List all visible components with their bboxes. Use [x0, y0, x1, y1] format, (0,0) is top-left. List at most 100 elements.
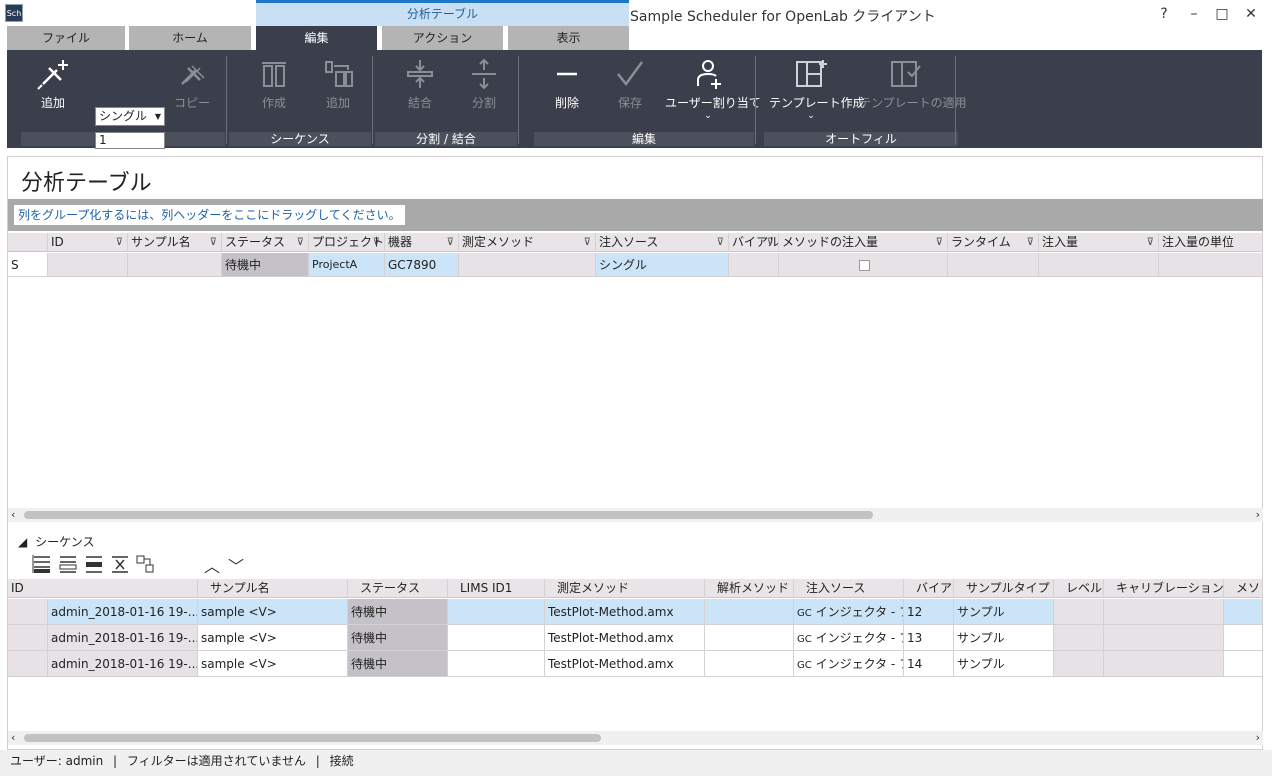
- cell-vial[interactable]: 12: [904, 599, 954, 625]
- minimize-button[interactable]: –: [1180, 4, 1208, 24]
- header-method[interactable]: 測定メソッド: [545, 579, 705, 598]
- cell-runtime[interactable]: [948, 253, 1039, 277]
- cell-id[interactable]: admin_2018-01-16 19-...: [48, 625, 198, 651]
- close-button[interactable]: ✕: [1237, 4, 1265, 24]
- header-injection-source[interactable]: 注入ソース ⊽: [596, 233, 729, 252]
- header-project[interactable]: プロジェクト ⊽: [309, 233, 385, 252]
- help-button[interactable]: ?: [1150, 4, 1178, 24]
- filter-icon[interactable]: ⊽: [1027, 233, 1034, 252]
- cell-method-more[interactable]: [1224, 599, 1263, 625]
- sequence-horizontal-scrollbar[interactable]: ‹ ›: [8, 731, 1263, 745]
- scroll-right-icon[interactable]: ›: [1256, 508, 1260, 522]
- cell-id[interactable]: admin_2018-01-16 19-...: [48, 651, 198, 677]
- header-injection-source[interactable]: 注入ソース: [794, 579, 904, 598]
- copy-button[interactable]: コピー: [167, 58, 217, 111]
- template-apply-button[interactable]: テンプレートの適用: [859, 58, 967, 111]
- filter-icon[interactable]: ⊽: [1147, 233, 1154, 252]
- assign-user-button[interactable]: ユーザー割り当て ⌄: [665, 58, 761, 121]
- create-sequence-button[interactable]: 作成: [249, 58, 299, 111]
- delete-button[interactable]: 削除: [542, 58, 592, 111]
- scroll-left-icon[interactable]: ‹: [11, 508, 15, 522]
- merge-button[interactable]: 結合: [395, 58, 445, 111]
- filter-icon[interactable]: ⊽: [767, 233, 774, 252]
- cell-analysis-method[interactable]: [705, 625, 794, 651]
- cell-method-more[interactable]: [1224, 651, 1263, 677]
- header-vial[interactable]: バイアル: [904, 579, 954, 598]
- cell-method[interactable]: TestPlot-Method.amx: [545, 651, 705, 677]
- scroll-right-icon[interactable]: ›: [1256, 731, 1260, 745]
- cell-method-volume[interactable]: [779, 253, 948, 277]
- context-tab-analysis-table[interactable]: 分析テーブル: [256, 0, 629, 26]
- header-status[interactable]: ステータス ⊽: [222, 233, 309, 252]
- header-vial[interactable]: バイアル ⊽: [729, 233, 779, 252]
- injection-type-select[interactable]: シングル ▼: [95, 107, 165, 126]
- add-analysis-button[interactable]: 追加: [29, 58, 77, 111]
- move-down-icon[interactable]: ﹀: [228, 553, 244, 577]
- header-sample-name[interactable]: サンプル名 ⊽: [128, 233, 222, 252]
- injection-count-input[interactable]: 1: [95, 132, 165, 149]
- filter-icon[interactable]: ⊽: [447, 233, 454, 252]
- cell-sample-name[interactable]: sample <V>: [198, 651, 348, 677]
- cell-id[interactable]: admin_2018-01-16 19-...: [48, 599, 198, 625]
- collapse-triangle-icon[interactable]: ◢: [18, 535, 27, 549]
- scrollbar-thumb[interactable]: [24, 511, 873, 519]
- header-analysis-method[interactable]: 解析メソッド: [705, 579, 794, 598]
- split-button[interactable]: 分割: [459, 58, 509, 111]
- cell-volume-unit[interactable]: [1159, 253, 1263, 277]
- cell-sample-type[interactable]: サンプル: [954, 625, 1054, 651]
- scroll-left-icon[interactable]: ‹: [11, 731, 15, 745]
- tab-home[interactable]: ホーム: [129, 26, 251, 50]
- cell-level[interactable]: [1054, 599, 1104, 625]
- save-button[interactable]: 保存: [605, 58, 655, 111]
- header-lims-id1[interactable]: LIMS ID1: [448, 579, 545, 598]
- header-sample-name[interactable]: サンプル名: [198, 579, 348, 598]
- cell-injection-source[interactable]: GC インジェクタ - フロ...: [794, 625, 904, 651]
- insert-row-above-icon[interactable]: [30, 553, 54, 575]
- cell-calibration-runtime[interactable]: [1104, 651, 1224, 677]
- filter-icon[interactable]: ⊽: [936, 233, 943, 252]
- insert-row-below-icon[interactable]: [56, 553, 80, 575]
- cell-method[interactable]: [459, 253, 596, 277]
- filter-icon[interactable]: ⊽: [584, 233, 591, 252]
- cell-lims-id1[interactable]: [448, 651, 545, 677]
- header-runtime[interactable]: ランタイム ⊽: [948, 233, 1039, 252]
- cell-injection-source[interactable]: GC インジェクタ - フロ...: [794, 599, 904, 625]
- header-sample-type[interactable]: サンプルタイプ: [954, 579, 1054, 598]
- cell-injection-source[interactable]: シングル: [596, 253, 729, 277]
- header-method-volume[interactable]: メソッドの注入量 ⊽: [779, 233, 948, 252]
- move-up-icon[interactable]: ︿: [204, 553, 220, 577]
- filter-icon[interactable]: ⊽: [116, 233, 123, 252]
- analysis-horizontal-scrollbar[interactable]: ‹ ›: [8, 508, 1263, 522]
- filter-icon[interactable]: ⊽: [717, 233, 724, 252]
- insert-row-icon[interactable]: [82, 553, 106, 575]
- header-id[interactable]: ID ⊽: [48, 233, 128, 252]
- cell-sample-name[interactable]: [128, 253, 222, 277]
- header-method-more[interactable]: メソッ: [1224, 579, 1263, 598]
- checkbox[interactable]: [859, 260, 870, 271]
- add-sequence-button[interactable]: 追加: [313, 58, 363, 111]
- cell-analysis-method[interactable]: [705, 599, 794, 625]
- cell-instrument[interactable]: GC7890: [385, 253, 459, 277]
- cell-vial[interactable]: 14: [904, 651, 954, 677]
- sequence-section-header[interactable]: ◢ シーケンス: [18, 533, 94, 550]
- cell-method[interactable]: TestPlot-Method.amx: [545, 625, 705, 651]
- header-id[interactable]: ID: [8, 579, 198, 598]
- header-status[interactable]: ステータス: [348, 579, 448, 598]
- template-create-button[interactable]: テンプレート作成 ⌄: [769, 58, 865, 121]
- tab-view[interactable]: 表示: [508, 26, 629, 50]
- cell-injection-source[interactable]: GC インジェクタ - フロ...: [794, 651, 904, 677]
- cell-method[interactable]: TestPlot-Method.amx: [545, 599, 705, 625]
- scrollbar-thumb[interactable]: [24, 734, 601, 742]
- header-volume-unit[interactable]: 注入量の単位: [1159, 233, 1263, 252]
- cell-lims-id1[interactable]: [448, 599, 545, 625]
- delete-row-icon[interactable]: [108, 553, 132, 575]
- header-calibration-runtime[interactable]: キャリブレーションランタイム: [1104, 579, 1224, 598]
- filter-icon[interactable]: ⊽: [297, 233, 304, 252]
- cell-project[interactable]: ProjectA: [309, 253, 385, 277]
- cell-id[interactable]: [48, 253, 128, 277]
- header-method[interactable]: 測定メソッド ⊽: [459, 233, 596, 252]
- cell-calibration-runtime[interactable]: [1104, 599, 1224, 625]
- tab-file[interactable]: ファイル: [7, 26, 125, 50]
- header-volume[interactable]: 注入量 ⊽: [1039, 233, 1159, 252]
- cell-analysis-method[interactable]: [705, 651, 794, 677]
